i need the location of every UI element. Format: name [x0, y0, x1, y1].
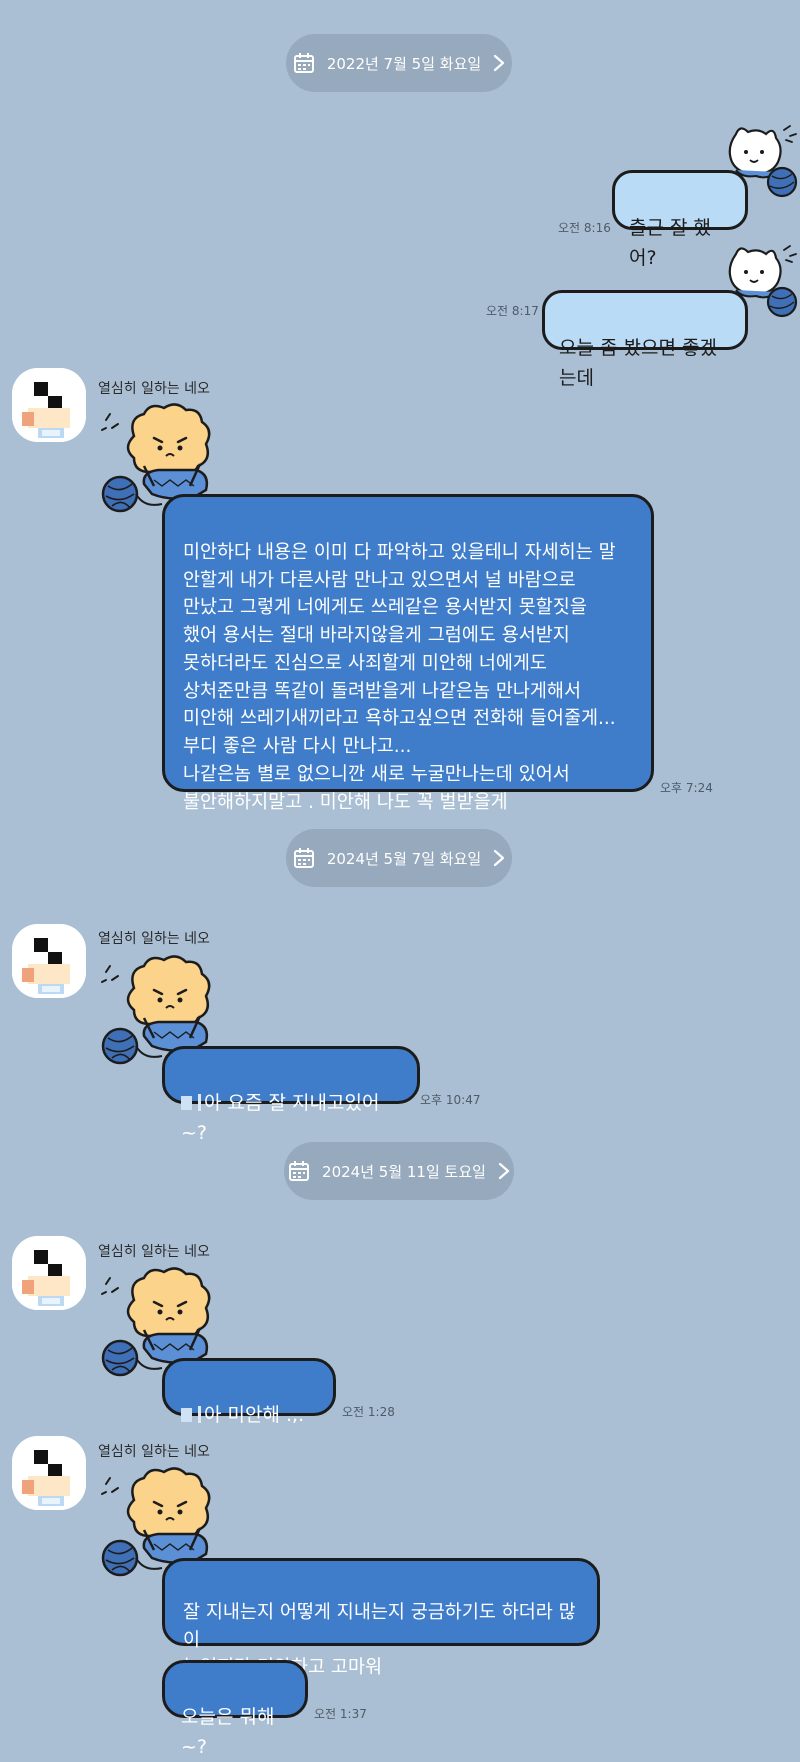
contact-avatar[interactable]: [12, 1436, 86, 1510]
chevron-right-icon: [494, 54, 505, 72]
received-message-bubble[interactable]: 오늘은 뭐해~?: [162, 1660, 308, 1758]
message-text: 미안하다 내용은 이미 다 파악하고 있을테니 자세히는 말 안할게 내가 다른…: [183, 541, 616, 813]
redacted-block: [198, 1094, 201, 1112]
date-label: 2024년 5월 7일 화요일: [326, 849, 482, 868]
received-message-bubble[interactable]: 미안하다 내용은 이미 다 파악하고 있을테니 자세히는 말 안할게 내가 다른…: [162, 494, 654, 813]
message-text: 아 요즘 잘 지내고있어~?: [181, 1092, 380, 1144]
redacted-block: [181, 1408, 192, 1423]
date-label: 2024년 5월 11일 토요일: [322, 1162, 486, 1181]
chevron-right-icon: [498, 1162, 510, 1180]
contact-avatar[interactable]: [12, 368, 86, 442]
message-time: 오전 1:28: [342, 1405, 395, 1419]
received-message-bubble[interactable]: 아 요즘 잘 지내고있어~?: [162, 1046, 420, 1144]
sent-message-bubble[interactable]: 오늘 좀 봤으면 좋겠는데: [542, 290, 748, 389]
message-time: 오전 1:37: [314, 1707, 367, 1721]
message-text: 출근 잘 했어?: [629, 217, 711, 269]
contact-name: 열심히 일하는 네오: [98, 1444, 210, 1460]
received-message-bubble[interactable]: 아 미안해 .,.: [162, 1358, 336, 1426]
received-message-bubble[interactable]: 잘 지내는지 어떻게 지내는지 궁금하기도 하더라 많이 늙었지만 미안하고 고…: [162, 1558, 600, 1678]
redacted-block: [198, 1406, 201, 1424]
contact-name: 열심히 일하는 네오: [98, 931, 210, 947]
contact-avatar[interactable]: [12, 924, 86, 998]
message-text: 오늘은 뭐해~?: [181, 1706, 275, 1758]
sent-message-bubble[interactable]: 출근 잘 했어?: [612, 170, 748, 269]
date-divider[interactable]: 2024년 5월 11일 토요일: [284, 1142, 514, 1200]
calendar-icon: [293, 847, 314, 868]
calendar-icon: [293, 52, 314, 73]
message-text: 오늘 좀 봤으면 좋겠는데: [559, 337, 717, 389]
message-time: 오후 10:47: [420, 1093, 481, 1107]
date-label: 2022년 7월 5일 화요일: [326, 54, 482, 73]
date-divider[interactable]: 2022년 7월 5일 화요일: [286, 34, 512, 92]
contact-avatar[interactable]: [12, 1236, 86, 1310]
message-text: 아 미안해 .,.: [204, 1404, 305, 1427]
message-time: 오전 8:17: [486, 304, 539, 318]
date-divider[interactable]: 2024년 5월 7일 화요일: [286, 829, 512, 887]
calendar-icon: [289, 1160, 310, 1181]
contact-name: 열심히 일하는 네오: [98, 381, 210, 397]
message-time: 오후 7:24: [660, 781, 713, 795]
message-time: 오전 8:16: [558, 221, 611, 235]
chevron-right-icon: [494, 849, 505, 867]
contact-name: 열심히 일하는 네오: [98, 1244, 210, 1260]
redacted-block: [181, 1096, 192, 1111]
